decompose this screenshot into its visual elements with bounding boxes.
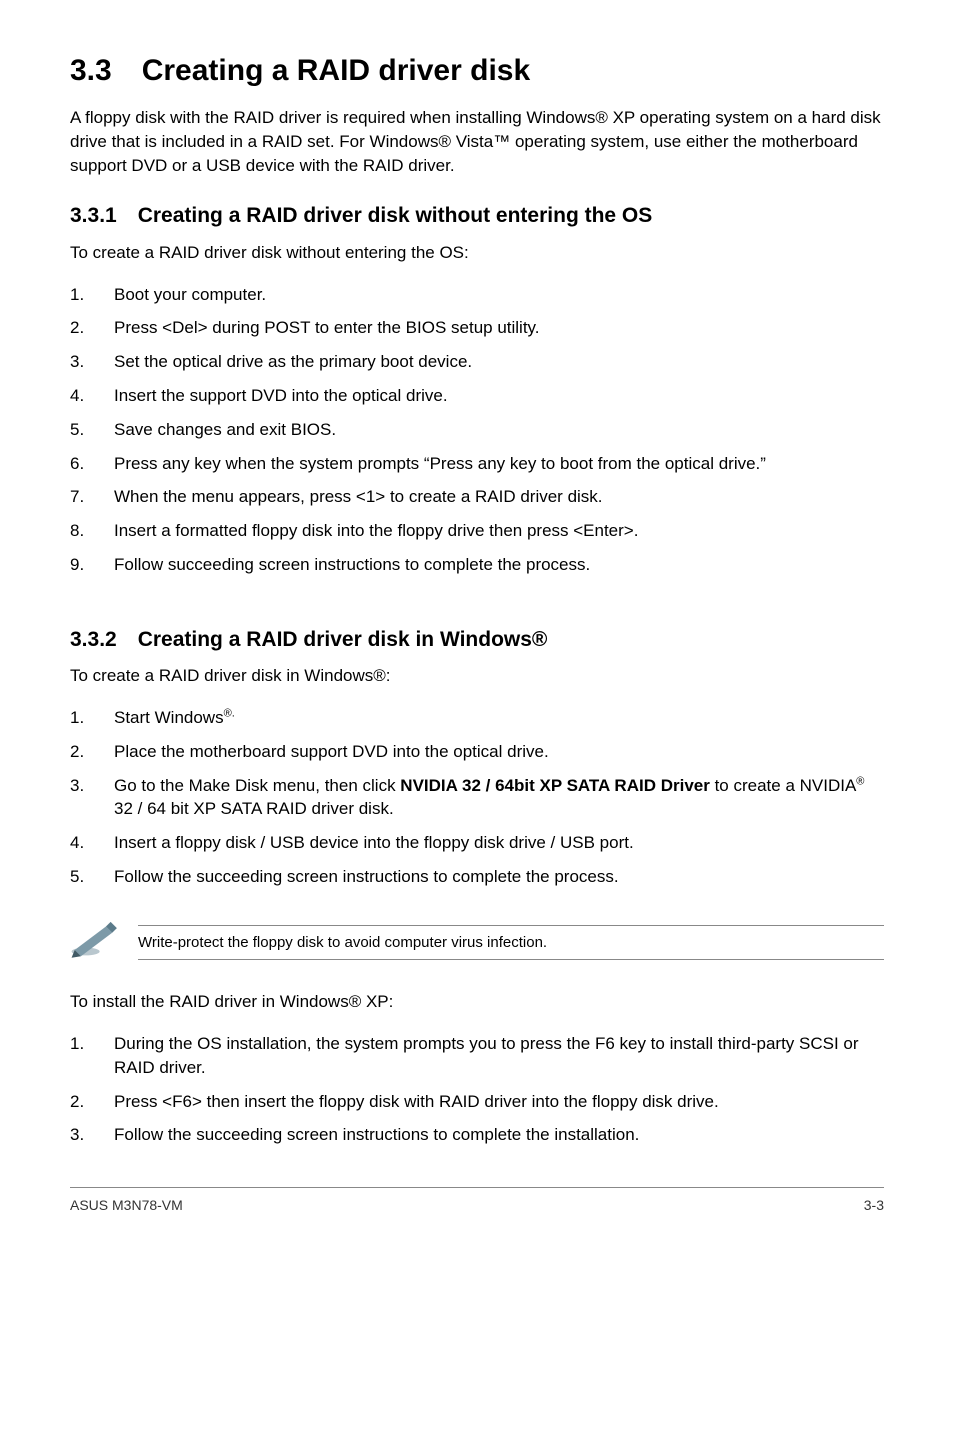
footer-right: 3-3 [864, 1196, 884, 1216]
list-item: 5.Follow the succeeding screen instructi… [70, 865, 884, 889]
list-number: 9. [70, 553, 114, 577]
page-title: 3.3 Creating a RAID driver disk [70, 50, 884, 92]
list-item: 6.Press any key when the system prompts … [70, 452, 884, 476]
list-item: 1.Boot your computer. [70, 283, 884, 307]
list-number: 3. [70, 1123, 114, 1147]
list-text: Set the optical drive as the primary boo… [114, 350, 884, 374]
list-text: Press any key when the system prompts “P… [114, 452, 884, 476]
install-list: 1.During the OS installation, the system… [70, 1032, 884, 1147]
list-text: Press <F6> then insert the floppy disk w… [114, 1090, 884, 1114]
list-number: 2. [70, 740, 114, 764]
list-item: 3.Go to the Make Disk menu, then click N… [70, 774, 884, 822]
list-number: 4. [70, 384, 114, 408]
list-number: 3. [70, 350, 114, 374]
pencil-note-icon [70, 919, 120, 966]
note-text: Write-protect the floppy disk to avoid c… [138, 925, 884, 960]
page-footer: ASUS M3N78-VM 3-3 [70, 1187, 884, 1216]
section-331-heading: 3.3.1 Creating a RAID driver disk withou… [70, 201, 884, 230]
list-text: Insert a formatted floppy disk into the … [114, 519, 884, 543]
section-332-lead: To create a RAID driver disk in Windows®… [70, 664, 884, 688]
list-item: 1.During the OS installation, the system… [70, 1032, 884, 1080]
section-332-list: 1.Start Windows®. 2.Place the motherboar… [70, 706, 884, 889]
footer-left: ASUS M3N78-VM [70, 1196, 183, 1216]
list-item: 5.Save changes and exit BIOS. [70, 418, 884, 442]
list-item: 8.Insert a formatted floppy disk into th… [70, 519, 884, 543]
list-item: 2.Place the motherboard support DVD into… [70, 740, 884, 764]
list-number: 4. [70, 831, 114, 855]
section-332-heading: 3.3.2 Creating a RAID driver disk in Win… [70, 625, 884, 654]
list-item: 4.Insert a floppy disk / USB device into… [70, 831, 884, 855]
section-331-lead: To create a RAID driver disk without ent… [70, 241, 884, 265]
list-number: 7. [70, 485, 114, 509]
list-text: When the menu appears, press <1> to crea… [114, 485, 884, 509]
list-text: Insert a floppy disk / USB device into t… [114, 831, 884, 855]
list-text: Go to the Make Disk menu, then click NVI… [114, 774, 884, 822]
list-number: 5. [70, 418, 114, 442]
list-item: 9.Follow succeeding screen instructions … [70, 553, 884, 577]
list-item: 2.Press <Del> during POST to enter the B… [70, 316, 884, 340]
note-row: Write-protect the floppy disk to avoid c… [70, 919, 884, 966]
list-text: Start Windows®. [114, 706, 884, 730]
list-text: Place the motherboard support DVD into t… [114, 740, 884, 764]
list-text: Follow the succeeding screen instruction… [114, 865, 884, 889]
list-number: 5. [70, 865, 114, 889]
list-text: Insert the support DVD into the optical … [114, 384, 884, 408]
list-item: 3.Set the optical drive as the primary b… [70, 350, 884, 374]
install-lead: To install the RAID driver in Windows® X… [70, 990, 884, 1014]
list-number: 1. [70, 1032, 114, 1080]
list-text: Boot your computer. [114, 283, 884, 307]
list-text: Press <Del> during POST to enter the BIO… [114, 316, 884, 340]
section-331-list: 1.Boot your computer. 2.Press <Del> duri… [70, 283, 884, 577]
intro-paragraph: A floppy disk with the RAID driver is re… [70, 106, 884, 177]
list-number: 2. [70, 1090, 114, 1114]
list-number: 8. [70, 519, 114, 543]
list-number: 6. [70, 452, 114, 476]
list-number: 3. [70, 774, 114, 822]
list-text: Save changes and exit BIOS. [114, 418, 884, 442]
list-item: 3.Follow the succeeding screen instructi… [70, 1123, 884, 1147]
list-number: 1. [70, 706, 114, 730]
list-number: 2. [70, 316, 114, 340]
list-item: 4.Insert the support DVD into the optica… [70, 384, 884, 408]
list-text: Follow succeeding screen instructions to… [114, 553, 884, 577]
list-item: 2.Press <F6> then insert the floppy disk… [70, 1090, 884, 1114]
list-item: 1.Start Windows®. [70, 706, 884, 730]
list-text: Follow the succeeding screen instruction… [114, 1123, 884, 1147]
list-item: 7.When the menu appears, press <1> to cr… [70, 485, 884, 509]
list-number: 1. [70, 283, 114, 307]
list-text: During the OS installation, the system p… [114, 1032, 884, 1080]
